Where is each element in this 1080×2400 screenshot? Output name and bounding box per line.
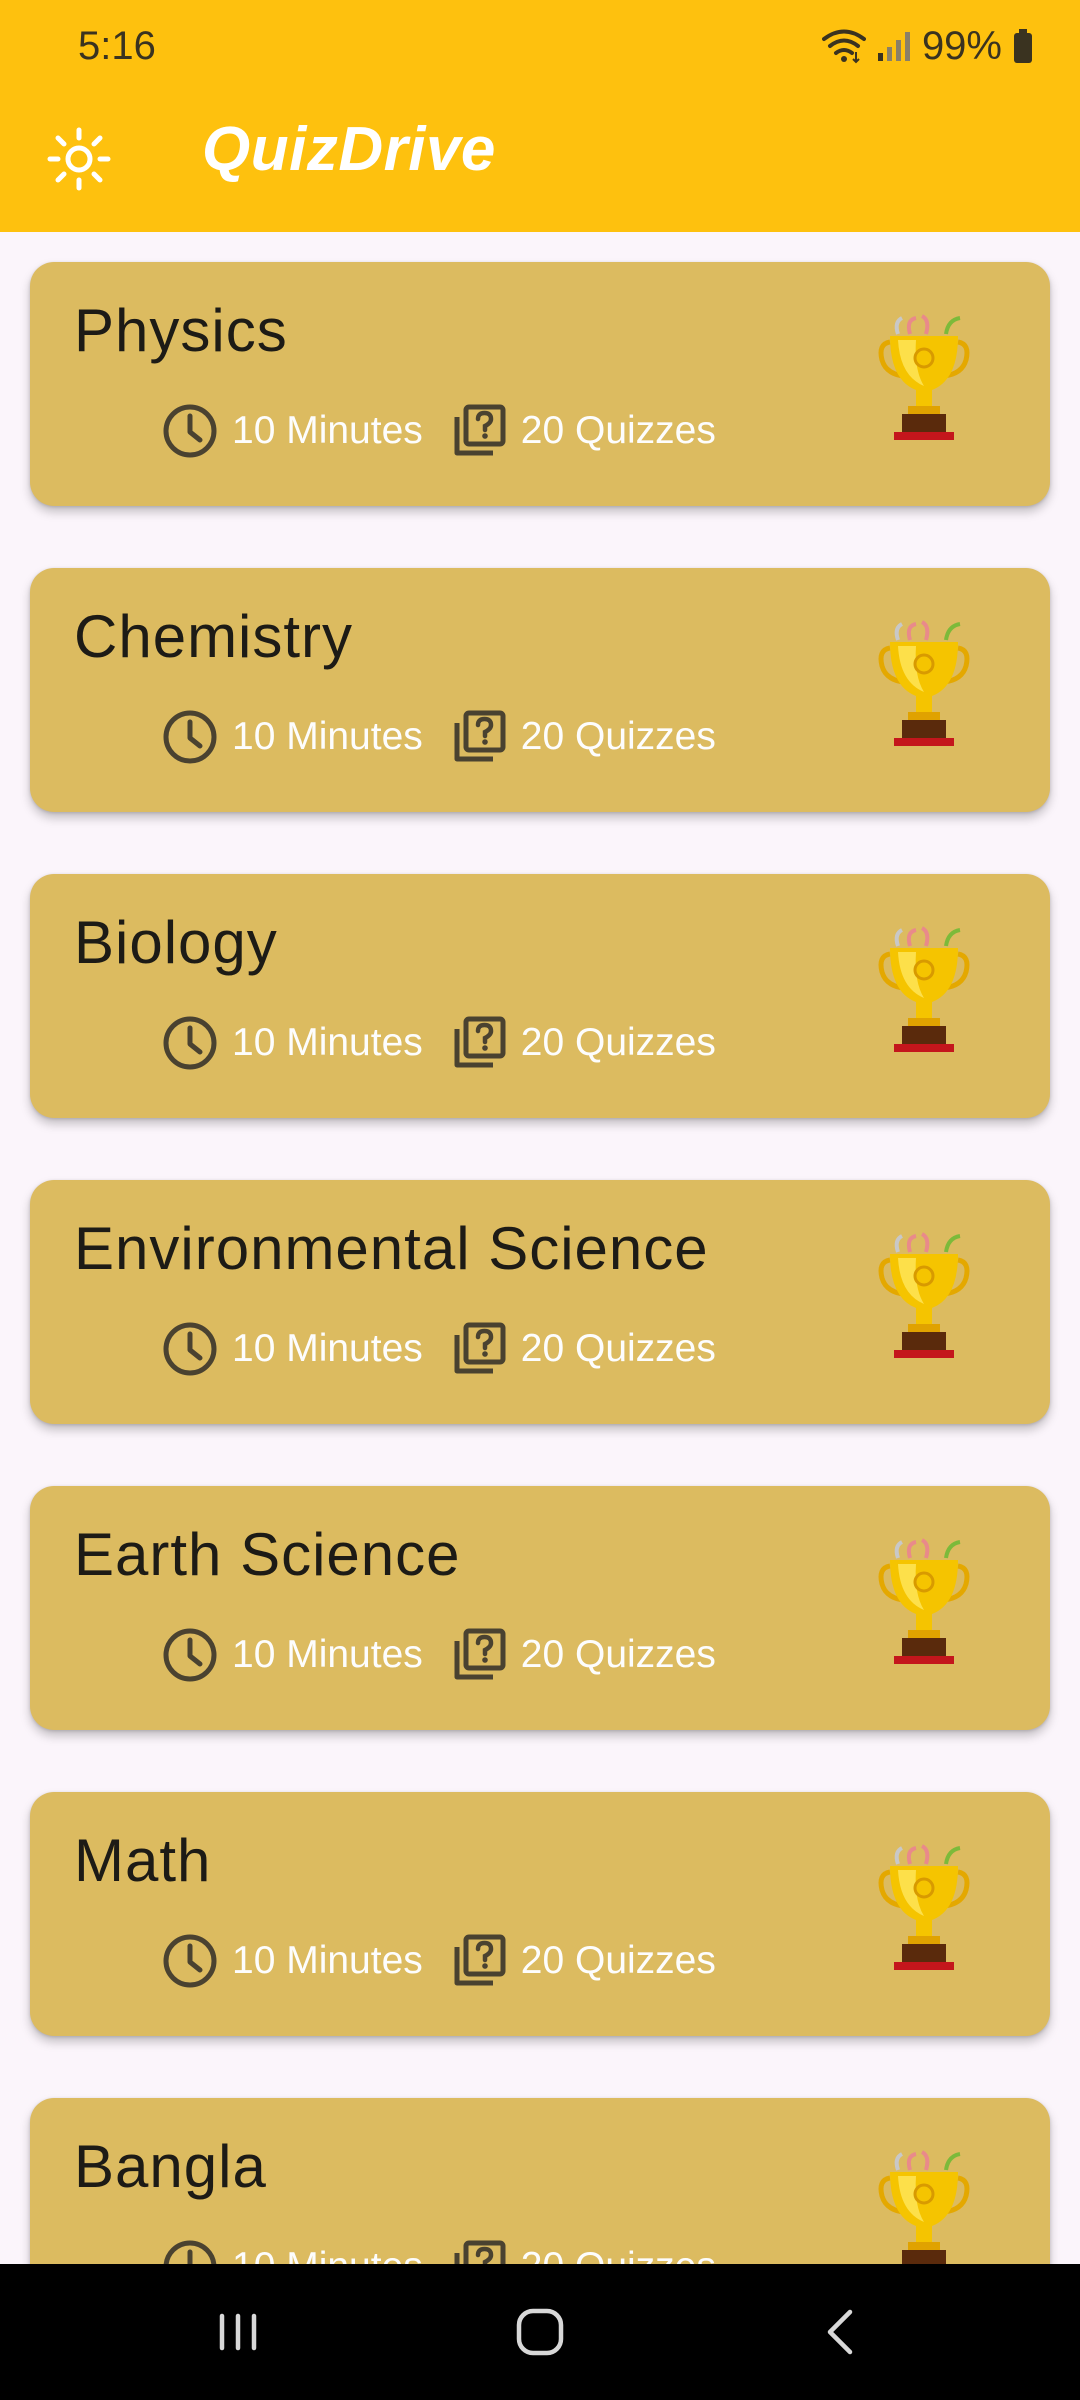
trophy-icon (878, 620, 970, 746)
subject-meta: 10 Minutes 20 Quizzes (160, 1010, 716, 1076)
quiz-library-icon (454, 1628, 506, 1680)
duration-info: 10 Minutes (160, 1625, 423, 1685)
subject-meta: 10 Minutes 20 Quizzes (160, 1622, 716, 1688)
duration-text: 10 Minutes (232, 409, 423, 452)
status-time: 5:16 (78, 23, 156, 68)
duration-info: 10 Minutes (160, 1931, 423, 1991)
recent-apps-button[interactable] (198, 2292, 278, 2372)
subject-card-environmental-science[interactable]: Environmental Science 10 Minutes 20 Quiz… (30, 1180, 1050, 1424)
recent-apps-icon (219, 2313, 257, 2351)
status-bar: 5:16 99% (0, 0, 1080, 92)
trophy-icon (878, 1538, 970, 1664)
duration-info: 10 Minutes (160, 1013, 423, 1073)
duration-info: 10 Minutes (160, 2237, 423, 2264)
subject-card-biology[interactable]: Biology 10 Minutes 20 Quizzes (30, 874, 1050, 1118)
subject-meta: 10 Minutes 20 Quizzes (160, 1928, 716, 1994)
clock-icon (163, 404, 217, 458)
quiz-count-info: 20 Quizzes (449, 1013, 716, 1073)
quiz-count-info: 20 Quizzes (449, 401, 716, 461)
subject-title: Bangla (74, 2133, 267, 2200)
duration-text: 10 Minutes (232, 1939, 423, 1982)
clock-icon (163, 1016, 217, 1070)
subject-title: Environmental Science (74, 1215, 709, 1282)
subject-card-bangla[interactable]: Bangla 10 Minutes 20 Quizzes (30, 2098, 1050, 2264)
quiz-library-icon (454, 404, 506, 456)
subject-card-physics[interactable]: Physics 10 Minutes 20 Quizzes (30, 262, 1050, 506)
quiz-count-info: 20 Quizzes (449, 707, 716, 767)
back-icon (827, 2309, 853, 2355)
clock-icon (163, 2240, 217, 2264)
trophy-icon (878, 314, 970, 440)
quiz-count-info: 20 Quizzes (449, 1319, 716, 1379)
duration-info: 10 Minutes (160, 707, 423, 767)
subject-list[interactable]: Physics 10 Minutes 20 Quizzes Chemistry … (0, 232, 1080, 2264)
app-bar: QuizDrive (0, 92, 1080, 232)
duration-text: 10 Minutes (232, 1021, 423, 1064)
status-icons: 99% (821, 23, 1034, 69)
quiz-count-text: 20 Quizzes (520, 1939, 716, 1982)
quiz-library-icon (454, 710, 506, 762)
sun-icon (47, 127, 111, 191)
duration-text: 10 Minutes (232, 2245, 423, 2264)
trophy-icon (878, 926, 970, 1052)
trophy-icon (878, 1232, 970, 1358)
signal-icon (877, 32, 910, 61)
subject-title: Chemistry (74, 603, 354, 670)
clock-icon (163, 1322, 217, 1376)
quiz-count-text: 20 Quizzes (520, 1021, 716, 1064)
trophy-icon (878, 2150, 970, 2264)
duration-info: 10 Minutes (160, 401, 423, 461)
navigation-bar (0, 2264, 1080, 2400)
subject-meta: 10 Minutes 20 Quizzes (160, 398, 716, 464)
quiz-count-info: 20 Quizzes (449, 1931, 716, 1991)
subject-meta: 10 Minutes 20 Quizzes (160, 2234, 716, 2264)
subject-title: Biology (74, 909, 278, 976)
quiz-count-info: 20 Quizzes (449, 2237, 716, 2264)
subject-card-chemistry[interactable]: Chemistry 10 Minutes 20 Quizzes (30, 568, 1050, 812)
quiz-library-icon (454, 2240, 506, 2264)
subject-card-earth-science[interactable]: Earth Science 10 Minutes 20 Quizzes (30, 1486, 1050, 1730)
theme-toggle-button[interactable] (40, 120, 118, 198)
quiz-count-text: 20 Quizzes (520, 409, 716, 452)
subject-meta: 10 Minutes 20 Quizzes (160, 1316, 716, 1382)
duration-info: 10 Minutes (160, 1319, 423, 1379)
duration-text: 10 Minutes (232, 715, 423, 758)
subject-title: Earth Science (74, 1521, 461, 1588)
quiz-count-text: 20 Quizzes (520, 1327, 716, 1370)
clock-icon (163, 1628, 217, 1682)
clock-icon (163, 1934, 217, 1988)
quiz-library-icon (454, 1016, 506, 1068)
clock-icon (163, 710, 217, 764)
home-button[interactable] (500, 2292, 580, 2372)
quiz-count-text: 20 Quizzes (520, 715, 716, 758)
quiz-library-icon (454, 1934, 506, 1986)
quiz-count-text: 20 Quizzes (521, 2245, 716, 2264)
wifi-icon (821, 29, 866, 64)
quiz-count-text: 20 Quizzes (520, 1633, 716, 1676)
subject-title: Math (74, 1827, 212, 1894)
duration-text: 10 Minutes (232, 1633, 423, 1676)
battery-percent: 99% (921, 23, 1002, 68)
home-icon (516, 2308, 564, 2356)
subject-meta: 10 Minutes 20 Quizzes (160, 704, 716, 770)
back-button[interactable] (802, 2292, 882, 2372)
quiz-library-icon (454, 1322, 506, 1374)
battery-icon (1014, 29, 1032, 63)
duration-text: 10 Minutes (232, 1327, 423, 1370)
trophy-icon (878, 1844, 970, 1970)
app-title: QuizDrive (202, 115, 496, 184)
subject-card-math[interactable]: Math 10 Minutes 20 Quizzes (30, 1792, 1050, 2036)
quiz-count-info: 20 Quizzes (449, 1625, 716, 1685)
subject-title: Physics (74, 297, 288, 364)
